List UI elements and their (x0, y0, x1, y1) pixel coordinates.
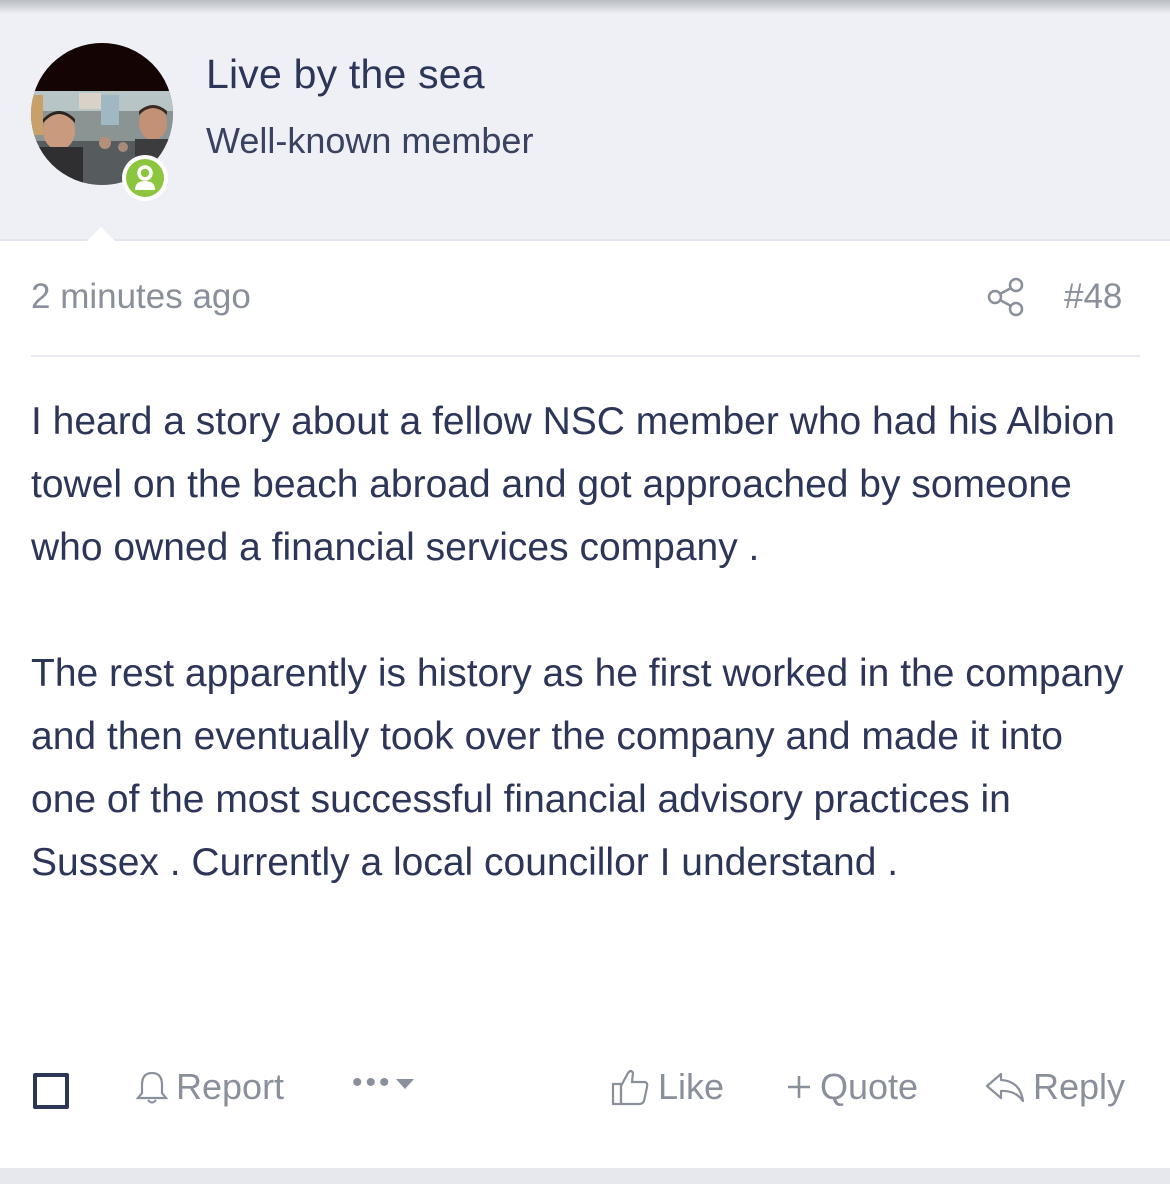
report-button[interactable]: Report (134, 1066, 284, 1108)
post-timestamp[interactable]: 2 minutes ago (31, 277, 251, 317)
online-status-badge (122, 155, 168, 201)
post-paragraph: I heard a story about a fellow NSC membe… (31, 400, 1115, 569)
post-paragraph: The rest apparently is history as he fir… (31, 652, 1124, 884)
bell-icon (135, 1071, 169, 1104)
reply-arrow-icon (985, 1072, 1025, 1103)
select-post-checkbox[interactable] (33, 1073, 69, 1109)
report-label: Report (176, 1066, 285, 1107)
user-online-icon (126, 159, 164, 197)
caret-down-icon (395, 1079, 414, 1089)
divider (31, 355, 1140, 357)
reply-button[interactable]: Reply (983, 1066, 1125, 1108)
post-number-link[interactable]: #48 (1064, 277, 1122, 317)
share-icon[interactable] (986, 277, 1026, 322)
user-title: Well-known member (206, 120, 534, 161)
top-shadow (0, 0, 1170, 14)
reply-label: Reply (1033, 1066, 1126, 1107)
more-options-button[interactable]: ••• (352, 1066, 423, 1100)
post-body: I heard a story about a fellow NSC membe… (31, 390, 1131, 894)
bottom-divider (0, 1168, 1170, 1184)
post-actions-bar: Report ••• Like Quote Reply (0, 1060, 1170, 1120)
header-pointer (73, 227, 129, 255)
post-page: Live by the sea Well-known member 2 minu… (0, 0, 1170, 1184)
user-header: Live by the sea Well-known member (0, 14, 1170, 255)
plus-icon (788, 1076, 810, 1098)
like-button[interactable]: Like (610, 1066, 724, 1108)
username-link[interactable]: Live by the sea (206, 51, 485, 98)
quote-label: Quote (820, 1066, 919, 1107)
thumbs-up-icon (611, 1069, 649, 1106)
more-dots-icon: ••• (352, 1066, 393, 1099)
quote-button[interactable]: Quote (784, 1066, 918, 1108)
like-label: Like (658, 1066, 725, 1107)
